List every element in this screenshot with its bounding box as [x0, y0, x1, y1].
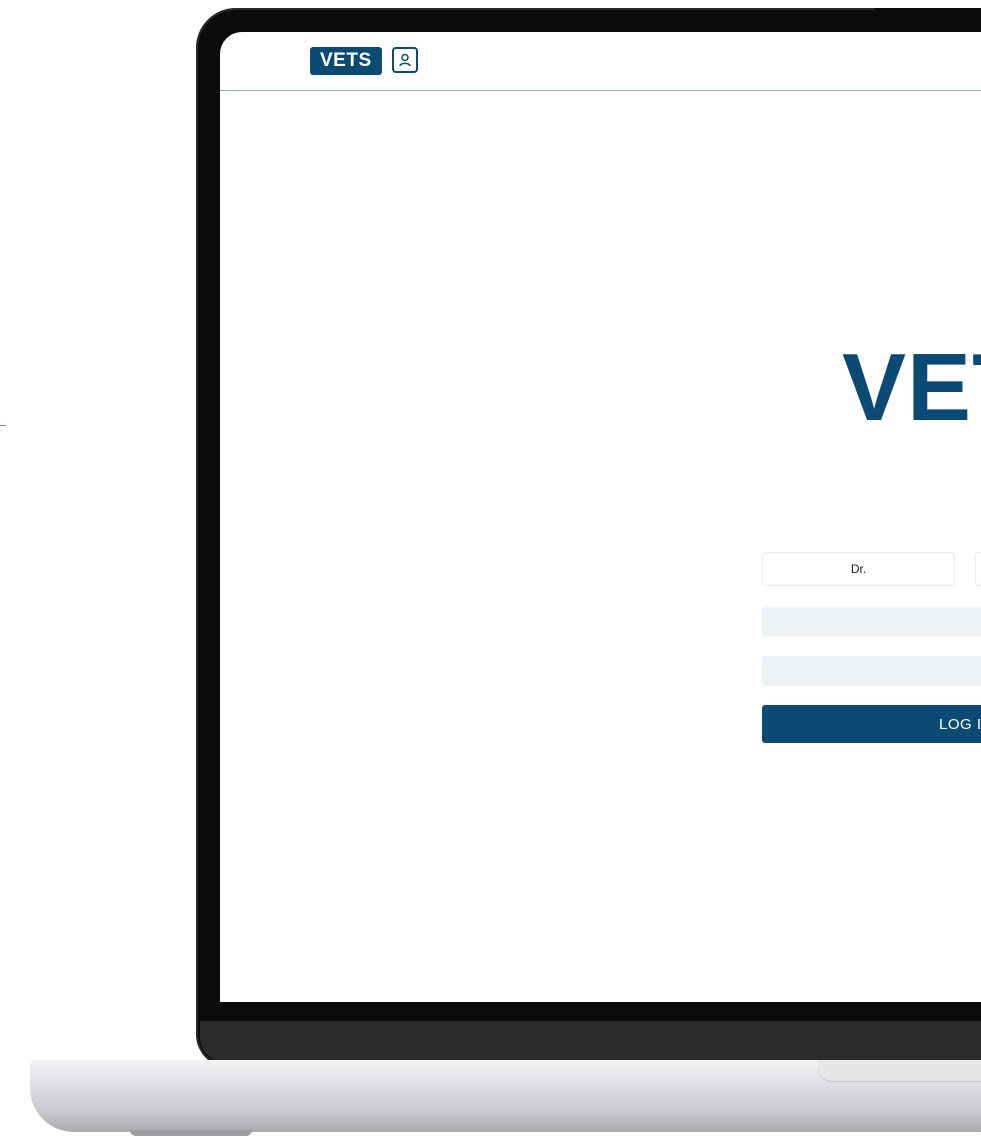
- laptop-base-lip: [818, 1060, 981, 1082]
- app-screen: VETS VETS Dr. LOG I: [220, 32, 981, 1002]
- title-select[interactable]: Dr.: [762, 552, 955, 586]
- profile-button[interactable]: [392, 47, 418, 73]
- user-icon: [399, 53, 411, 67]
- title-select-value: Dr.: [850, 562, 867, 576]
- decorative-line: [0, 425, 6, 426]
- app-logo[interactable]: VETS: [310, 47, 382, 75]
- name-field[interactable]: [975, 552, 981, 586]
- brand-title: VETS: [842, 334, 981, 441]
- laptop-foot: [130, 1130, 252, 1136]
- login-button[interactable]: LOG I: [762, 705, 981, 743]
- app-header: VETS: [220, 32, 981, 91]
- laptop-chin: [200, 1021, 981, 1063]
- username-input[interactable]: [762, 607, 981, 637]
- password-input[interactable]: [762, 656, 981, 686]
